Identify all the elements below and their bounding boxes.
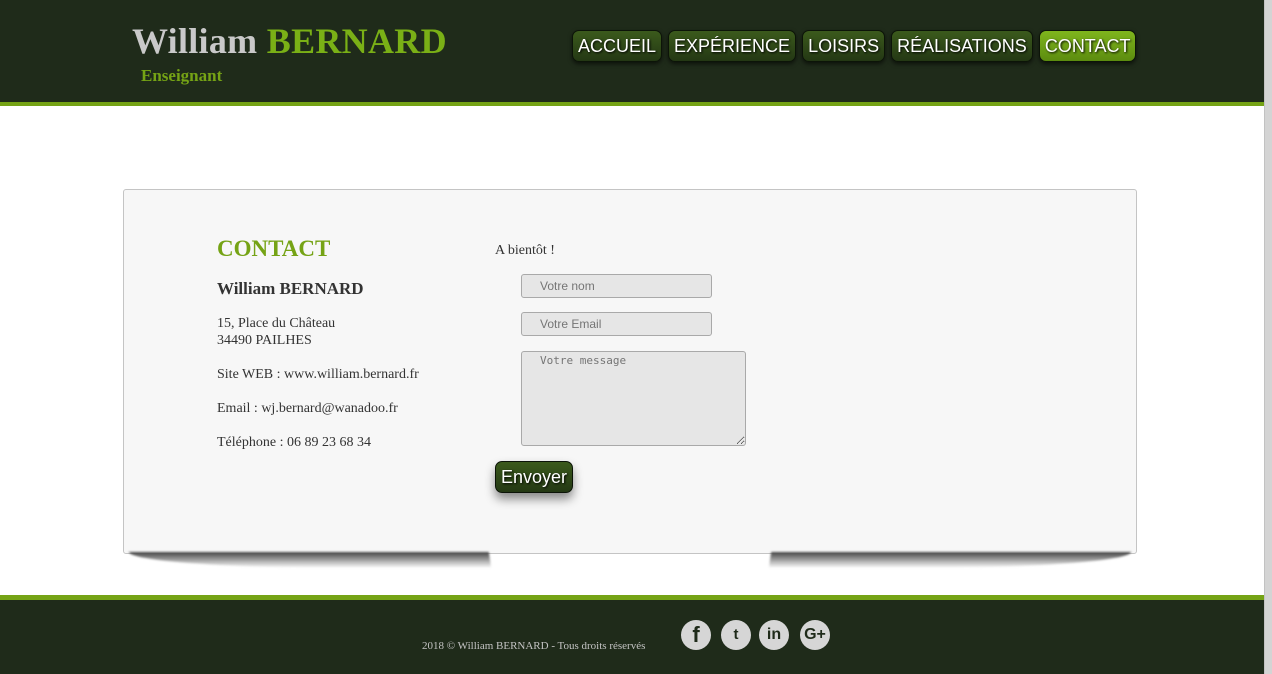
twitter-icon[interactable]: t [721, 620, 751, 650]
nav-item-loisirs[interactable]: LOISIRS [802, 30, 886, 62]
site-header: William BERNARD Enseignant ACCUEIL EXPÉR… [0, 0, 1264, 106]
nav-item-accueil[interactable]: ACCUEIL [572, 30, 663, 62]
nav-item-experience[interactable]: EXPÉRIENCE [668, 30, 797, 62]
email-text: Email : wj.bernard@wanadoo.fr [217, 401, 398, 416]
website-text: Site WEB : www.william.bernard.fr [217, 367, 419, 382]
card-shadow [130, 552, 1130, 570]
copyright-text: 2018 © William BERNARD - Tous droits rés… [422, 640, 646, 652]
site-title-last-name: BERNARD [266, 21, 447, 61]
message-textarea[interactable] [521, 351, 746, 446]
site-title-first-name: William [132, 21, 258, 61]
name-input[interactable] [521, 274, 712, 298]
address-line-1: 15, Place du Château [217, 316, 336, 331]
site-title[interactable]: William BERNARD [132, 20, 447, 62]
vertical-scrollbar[interactable] [1264, 0, 1272, 674]
contact-heading: CONTACT [217, 236, 331, 261]
contact-name: William BERNARD [217, 279, 364, 298]
site-subtitle: Enseignant [141, 66, 223, 85]
send-button[interactable]: Envoyer [495, 461, 574, 493]
form-greeting: A bientôt ! [495, 243, 555, 258]
nav-item-realisations[interactable]: RÉALISATIONS [891, 30, 1033, 62]
site-footer: 2018 © William BERNARD - Tous droits rés… [0, 595, 1264, 674]
main-nav: ACCUEIL EXPÉRIENCE LOISIRS RÉALISATIONS … [572, 30, 1137, 62]
email-input[interactable] [521, 312, 712, 336]
google-plus-icon[interactable]: G+ [800, 620, 830, 650]
address-line-2: 34490 PAILHES [217, 333, 312, 348]
linkedin-icon[interactable]: in [759, 620, 789, 650]
facebook-icon[interactable]: f [681, 620, 711, 650]
phone-text: Téléphone : 06 89 23 68 34 [217, 435, 371, 450]
nav-item-contact[interactable]: CONTACT [1038, 30, 1137, 62]
